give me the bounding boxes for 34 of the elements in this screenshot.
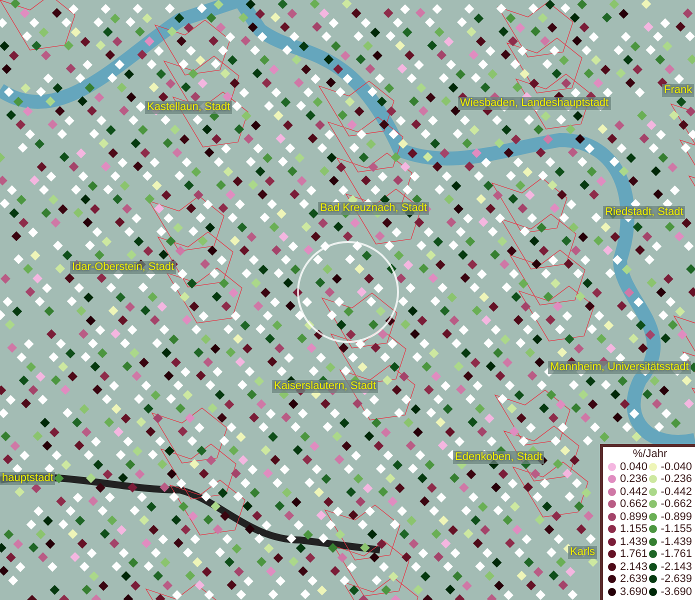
legend-value: -2.639 (660, 573, 692, 586)
place-label: hauptstadt (0, 472, 56, 485)
legend-value: -0.899 (660, 510, 692, 523)
legend-title: %/Jahr (632, 448, 668, 460)
legend-value: -2.143 (660, 560, 692, 573)
legend-value: 2.143 (620, 560, 649, 573)
legend-value: 0.662 (620, 498, 649, 510)
legend-value: 2.639 (620, 573, 649, 586)
legend-value: -0.662 (660, 498, 692, 510)
place-label: Idar-Oberstein, Stadt (70, 261, 176, 274)
place-label: Riedstadt, Stadt (603, 206, 686, 219)
place-label: Edenkoben, Stadt (453, 451, 544, 464)
legend-value: 1.155 (620, 523, 649, 536)
legend-value: 1.439 (620, 536, 649, 548)
place-label: Kastellaun, Stadt (145, 101, 232, 114)
place-label: Bad Kreuznach, Stadt (318, 202, 430, 215)
legend-value: -0.040 (660, 460, 692, 473)
place-label: Karls (568, 546, 598, 559)
legend-value: -1.439 (660, 536, 692, 548)
legend-value: 3.690 (620, 586, 649, 598)
legend-value: -0.442 (660, 486, 692, 498)
legend-value: 0.442 (620, 486, 649, 498)
legend-value: -1.761 (660, 548, 692, 560)
legend-value: 0.899 (620, 510, 649, 523)
legend-value: -0.236 (660, 473, 692, 486)
legend-value: -3.690 (660, 586, 692, 598)
place-label: Mannheim, Universitätsstadt (548, 361, 691, 374)
legend-value: 0.040 (620, 460, 649, 473)
legend-value: -1.155 (660, 523, 692, 536)
place-label: Wiesbaden, Landeshauptstadt (458, 97, 611, 110)
legend-value: 0.236 (620, 473, 649, 486)
place-label: Frank (662, 84, 694, 97)
legend-value: 1.761 (620, 548, 649, 560)
place-label: Kaiserslautern, Stadt (272, 380, 378, 393)
